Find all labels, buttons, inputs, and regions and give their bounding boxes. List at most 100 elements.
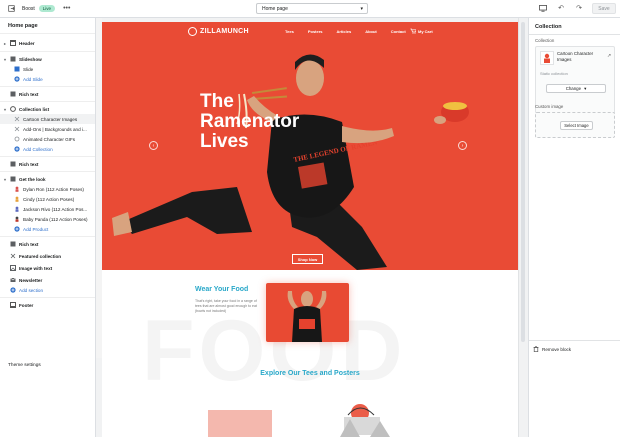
nav-link-posters[interactable]: Posters bbox=[308, 29, 323, 34]
theme-name: Boost bbox=[22, 5, 35, 12]
sidebar-item-slideshow[interactable]: ▾ Slideshow bbox=[0, 54, 95, 64]
sidebar-item-label: Add Collection bbox=[23, 146, 53, 152]
exit-icon[interactable] bbox=[6, 4, 16, 14]
sidebar-item-label: Rich text bbox=[19, 161, 39, 167]
undo-icon[interactable]: ↶ bbox=[556, 3, 566, 13]
sidebar-item-label: Header bbox=[19, 40, 35, 46]
sidebar-item-add-ons[interactable]: Add-Ons | Backgrounds and i... bbox=[0, 124, 95, 134]
cart-label: My Cart bbox=[418, 29, 433, 34]
cart-link[interactable]: My Cart bbox=[410, 28, 433, 35]
add-slide-button[interactable]: Add Slide bbox=[0, 74, 95, 84]
nav-link-about[interactable]: About bbox=[365, 29, 377, 34]
slide-next-arrow-icon[interactable]: › bbox=[458, 141, 467, 150]
sidebar-item-label: Collection list bbox=[19, 106, 50, 112]
sidebar-item-footer[interactable]: Footer bbox=[0, 300, 95, 310]
sidebar-item-jackson-rivo[interactable]: Jackson Rivo (112 Action Pos... bbox=[0, 204, 95, 214]
change-collection-button[interactable]: Change ▾ bbox=[546, 84, 606, 93]
hero-slideshow[interactable]: THE LEGEND OF RAMEN ZILLAMUNCH Tees Post… bbox=[102, 22, 518, 270]
sidebar-item-label: Add section bbox=[19, 287, 44, 293]
block-settings-panel: Collection Collection Cartoon Character … bbox=[528, 18, 620, 437]
more-actions-button[interactable]: ••• bbox=[63, 5, 70, 12]
add-collection-button[interactable]: Add Collection bbox=[0, 144, 95, 154]
brand-name: ZILLAMUNCH bbox=[200, 28, 249, 35]
plus-circle-icon bbox=[14, 146, 20, 152]
sidebar-item-rich-text-1[interactable]: Rich text bbox=[0, 89, 95, 99]
nav-link-tees[interactable]: Tees bbox=[285, 29, 294, 34]
hero-title: The Ramenator Lives bbox=[200, 91, 300, 152]
remove-block-button[interactable]: Remove block bbox=[533, 346, 571, 353]
sidebar-title: Home page bbox=[0, 18, 95, 34]
sidebar-item-cartoon-character-images[interactable]: Cartoon Character Images bbox=[0, 114, 95, 124]
cart-icon bbox=[410, 28, 417, 35]
select-image-button[interactable]: Select Image bbox=[560, 121, 593, 130]
storefront-preview[interactable]: THE LEGEND OF RAMEN ZILLAMUNCH Tees Post… bbox=[102, 22, 518, 437]
sidebar-item-cindy[interactable]: Cindy (112 Action Poses) bbox=[0, 194, 95, 204]
chevron-right-icon[interactable]: ▸ bbox=[2, 41, 8, 46]
product-icon bbox=[14, 206, 20, 212]
sidebar-item-label: Cindy (112 Action Poses) bbox=[23, 196, 75, 202]
add-product-button[interactable]: Add Product bbox=[0, 224, 95, 234]
desktop-view-icon[interactable] bbox=[538, 3, 548, 13]
sidebar-item-label: Baby Panda (112 Action Poses) bbox=[23, 216, 88, 222]
sidebar-item-dylan-ron[interactable]: Dylan Ron (112 Action Poses) bbox=[0, 184, 95, 194]
page-selector[interactable]: Home page ▾ bbox=[256, 3, 368, 14]
text-section-icon bbox=[10, 91, 16, 97]
sidebar-item-label: Add Slide bbox=[23, 76, 43, 82]
chevron-down-icon: ▾ bbox=[584, 85, 587, 91]
panel-title: Collection bbox=[535, 24, 562, 30]
sidebar-item-label: Add Product bbox=[23, 226, 49, 232]
sidebar-item-image-with-text[interactable]: Image with text bbox=[0, 263, 95, 273]
chevron-down-icon[interactable]: ▾ bbox=[2, 177, 8, 182]
plus-circle-icon bbox=[14, 226, 20, 232]
collection-thumbnail bbox=[540, 51, 554, 65]
collection-field-label: Collection bbox=[535, 38, 555, 43]
product-card-image[interactable] bbox=[208, 410, 272, 437]
sidebar-item-get-the-look[interactable]: ▾ Get the look bbox=[0, 174, 95, 184]
sidebar-item-featured-collection[interactable]: Featured collection bbox=[0, 251, 95, 261]
sidebar-item-collection-list[interactable]: ▾ Collection list bbox=[0, 104, 95, 114]
collection-name: Cartoon Character Images bbox=[557, 51, 594, 62]
collection-item-icon bbox=[14, 136, 20, 142]
trash-icon bbox=[533, 346, 539, 353]
text-section-icon bbox=[10, 241, 16, 247]
sidebar-item-label: Rich text bbox=[19, 241, 39, 247]
canvas-scroll-thumb[interactable] bbox=[521, 22, 525, 342]
sidebar-item-slide[interactable]: Slide bbox=[0, 64, 95, 74]
sidebar-item-baby-panda[interactable]: Baby Panda (112 Action Poses) bbox=[0, 214, 95, 224]
sidebar-item-label: Featured collection bbox=[19, 253, 62, 259]
explore-heading: Explore Our Tees and Posters bbox=[260, 370, 360, 377]
redo-icon[interactable]: ↷ bbox=[574, 3, 584, 13]
chevron-down-icon[interactable]: ▾ bbox=[2, 107, 8, 112]
nav-link-articles[interactable]: Articles bbox=[337, 29, 352, 34]
sidebar-item-newsletter[interactable]: Newsletter bbox=[0, 275, 95, 285]
slideshow-icon bbox=[10, 56, 16, 62]
sidebar-item-label: Newsletter bbox=[19, 277, 43, 283]
shop-now-button[interactable]: Shop Now bbox=[292, 254, 323, 264]
sidebar-item-label: Slide bbox=[23, 66, 34, 72]
external-link-icon[interactable]: ↗ bbox=[607, 53, 611, 59]
remove-block-label: Remove block bbox=[542, 347, 572, 352]
chevron-down-icon[interactable]: ▾ bbox=[2, 57, 8, 62]
site-header: ZILLAMUNCH Tees Posters Articles About C… bbox=[102, 22, 518, 42]
logo-mark-icon bbox=[188, 27, 197, 36]
plus-circle-icon bbox=[10, 287, 16, 293]
envelope-icon bbox=[10, 277, 16, 283]
text-section-icon bbox=[10, 161, 16, 167]
sidebar-item-animated-gifs[interactable]: Animated Character GIFs bbox=[0, 134, 95, 144]
sidebar-item-label: Footer bbox=[19, 302, 34, 308]
header-section-icon bbox=[10, 40, 16, 46]
nav-link-contact[interactable]: Contact bbox=[391, 29, 406, 34]
sidebar-item-header[interactable]: ▸ Header bbox=[0, 38, 95, 48]
plus-circle-icon bbox=[14, 76, 20, 82]
sidebar-item-rich-text-3[interactable]: Rich text bbox=[0, 239, 95, 249]
sidebar-item-label: Slideshow bbox=[19, 56, 42, 62]
save-button[interactable]: Save bbox=[592, 3, 616, 14]
custom-image-dropzone[interactable]: Select Image bbox=[535, 112, 615, 138]
theme-settings-link[interactable]: Theme settings bbox=[8, 363, 41, 368]
site-logo[interactable]: ZILLAMUNCH bbox=[188, 27, 249, 36]
collection-subtitle: Static collection bbox=[540, 71, 568, 76]
sidebar-item-rich-text-2[interactable]: Rich text bbox=[0, 159, 95, 169]
add-section-button[interactable]: Add section bbox=[0, 285, 95, 295]
sidebar-item-label: Cartoon Character Images bbox=[23, 116, 78, 122]
slide-prev-arrow-icon[interactable]: ‹ bbox=[149, 141, 158, 150]
